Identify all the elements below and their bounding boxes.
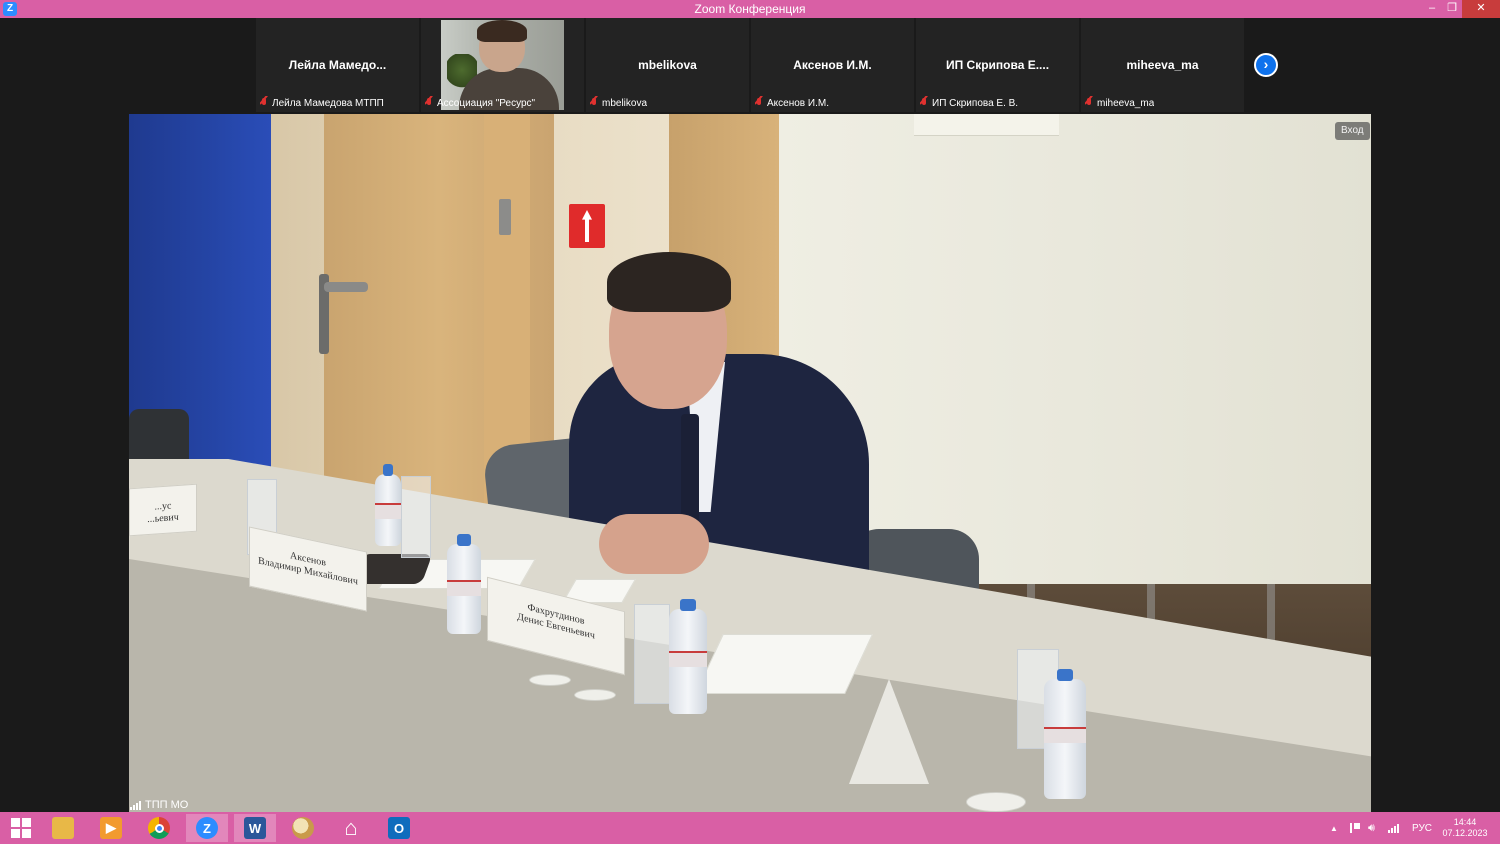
nameplate: ...ус ...ьевич (129, 483, 197, 537)
participant-tile[interactable]: Лейла Мамедо... Лейла Мамедова МТПП (256, 18, 419, 112)
coaster-image (529, 674, 571, 686)
coaster-image (574, 689, 616, 701)
participant-tile[interactable]: miheeva_ma miheeva_ma (1081, 18, 1244, 112)
tray-clock[interactable]: 14:44 07.12.2023 (1440, 817, 1490, 839)
window-titlebar: Z Zoom Конференция – ❐ ✕ (0, 0, 1500, 18)
coaster-image (966, 792, 1026, 812)
home-icon: ⌂ (344, 815, 358, 840)
speaker-name: ТПП МО (145, 799, 189, 811)
participant-caption-text: ИП Скрипова Е. В. (932, 97, 1019, 109)
water-bottle-image (447, 534, 481, 634)
mic-muted-icon (755, 97, 764, 109)
network-icon (1388, 823, 1399, 833)
participant-caption-text: mbelikova (602, 97, 648, 109)
windows-taskbar: ▶ Z W ⌂ O ▲ 🔊︎ РУС 14:44 07.12.2023 (0, 812, 1500, 844)
taskbar-outlook[interactable]: O (378, 814, 420, 842)
tray-flag-icon[interactable] (1350, 812, 1360, 844)
water-bottle-image (669, 599, 707, 714)
participant-caption: mbelikova (590, 96, 647, 110)
participant-caption-text: Лейла Мамедова МТПП (272, 97, 384, 109)
window-title: Zoom Конференция (694, 2, 806, 16)
word-icon: W (244, 817, 266, 839)
volume-icon: 🔊︎ (1368, 821, 1375, 834)
speaker-hands (599, 514, 709, 574)
participant-caption: miheeva_ma (1085, 96, 1154, 110)
tray-expand-button[interactable]: ▲ (1330, 812, 1338, 844)
participant-caption: Лейла Мамедова МТПП (260, 96, 384, 110)
glass-image (634, 604, 670, 704)
participant-caption-text: Аксенов И.М. (767, 97, 829, 109)
mic-muted-icon (920, 97, 929, 109)
media-player-icon: ▶ (100, 817, 122, 839)
taskbar-paint[interactable] (282, 814, 324, 842)
door-handle-image (324, 282, 368, 292)
taskbar-zoom[interactable]: Z (186, 814, 228, 842)
start-button[interactable] (0, 814, 42, 842)
participant-caption: Аксенов И.М. (755, 96, 829, 110)
participant-tile[interactable]: Аксенов И.М. Аксенов И.М. (751, 18, 914, 112)
bottle-cap (382, 464, 394, 476)
restore-button[interactable]: ❐ (1440, 0, 1464, 18)
bottle-label (375, 502, 401, 519)
mic-muted-icon (425, 97, 434, 109)
close-button[interactable]: ✕ (1462, 0, 1500, 18)
participant-caption: Ассоциация "Ресурс" (425, 96, 535, 110)
bottle-cap (680, 599, 696, 611)
bottle-cap (1056, 669, 1074, 681)
chevron-up-icon: ▲ (1330, 823, 1338, 833)
water-bottle-image (1044, 669, 1086, 799)
paint-icon (292, 817, 314, 839)
participant-tile[interactable]: mbelikova mbelikova (586, 18, 749, 112)
tray-volume-icon[interactable]: 🔊︎ (1368, 812, 1375, 844)
bottle-label (1044, 727, 1086, 743)
participant-display-name: miheeva_ma (1126, 58, 1199, 72)
taskbar-media-player[interactable]: ▶ (90, 814, 132, 842)
enter-badge[interactable]: Вход (1335, 122, 1370, 140)
clock-date: 07.12.2023 (1442, 828, 1488, 838)
taskbar-home[interactable]: ⌂ (330, 814, 372, 842)
participant-caption: ИП Скрипова Е. В. (920, 96, 1018, 110)
glass-image (401, 476, 431, 558)
signal-strength-icon (130, 800, 141, 810)
speaker-label: ТПП МО (130, 798, 188, 812)
mic-muted-icon (1085, 97, 1094, 109)
speaker-hair (607, 252, 731, 312)
participant-tile[interactable]: ИП Скрипова Е.... ИП Скрипова Е. В. (916, 18, 1079, 112)
participant-display-name: Лейла Мамедо... (288, 58, 387, 72)
light-switch-image (499, 199, 511, 235)
taskbar-word[interactable]: W (234, 814, 276, 842)
fire-sign-icon (569, 204, 605, 248)
next-participants-button[interactable]: › (1254, 53, 1278, 77)
participant-caption-text: Ассоциация "Ресурс" (437, 97, 536, 109)
bottle-label (447, 580, 481, 596)
mic-muted-icon (590, 97, 599, 109)
folder-icon (52, 817, 74, 839)
chrome-icon (148, 817, 170, 839)
tray-network-icon[interactable] (1388, 812, 1399, 844)
bottle-label (669, 651, 707, 667)
taskbar-file-explorer[interactable] (42, 814, 84, 842)
outlook-icon: O (388, 817, 410, 839)
language-indicator: РУС (1412, 822, 1433, 834)
tray-language[interactable]: РУС (1412, 812, 1432, 844)
mic-muted-icon (260, 97, 269, 109)
participant-tile[interactable]: Ассоциация "Ресурс" (421, 18, 584, 112)
participant-display-name: ИП Скрипова Е.... (945, 58, 1050, 72)
windows-logo-icon (11, 818, 31, 838)
participant-display-name: mbelikova (638, 58, 697, 72)
person-hair (477, 20, 527, 42)
main-speaker-video[interactable]: ...ус ...ьевич Аксенов Владимир Михайлов… (129, 114, 1371, 812)
chrome-center-icon (154, 823, 164, 833)
participant-display-name: Аксенов И.М. (793, 58, 872, 72)
zoom-icon: Z (196, 817, 218, 839)
participant-strip: Лейла Мамедо... Лейла Мамедова МТПП Ассо… (0, 18, 1500, 114)
paper-image (695, 634, 873, 694)
vent-image (914, 114, 1059, 136)
participant-caption-text: miheeva_ma (1097, 97, 1155, 109)
bottle-cap (457, 534, 471, 546)
flag-icon (1350, 823, 1360, 833)
water-bottle-image (375, 464, 401, 546)
taskbar-chrome[interactable] (138, 814, 180, 842)
clock-time: 14:44 (1453, 817, 1477, 827)
